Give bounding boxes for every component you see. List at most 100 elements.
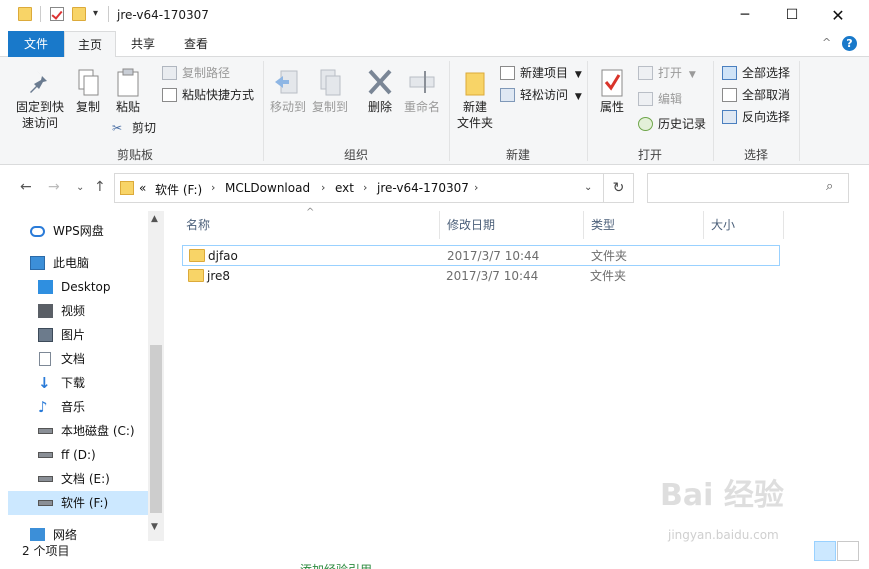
- column-header-type[interactable]: 类型: [584, 211, 704, 239]
- cut-button[interactable]: ✂ 剪切: [112, 118, 156, 138]
- rename-button[interactable]: 重命名: [402, 67, 442, 115]
- help-icon[interactable]: ?: [842, 36, 857, 51]
- copy-to-button[interactable]: 复制到: [310, 67, 350, 115]
- breadcrumb-separator-icon[interactable]: ›: [321, 181, 325, 194]
- tab-share[interactable]: 共享: [118, 31, 168, 57]
- copy-path-button[interactable]: 复制路径: [162, 63, 230, 83]
- breadcrumb-current[interactable]: jre-v64-170307: [377, 181, 469, 195]
- easy-access-button[interactable]: 轻松访问 ▼: [500, 85, 582, 105]
- paste-button[interactable]: 粘贴: [110, 67, 146, 115]
- search-input[interactable]: ⌕: [647, 173, 849, 203]
- breadcrumb-ext[interactable]: ext: [335, 181, 354, 195]
- history-icon: [638, 117, 653, 131]
- select-all-label: 全部选择: [742, 66, 791, 80]
- folder-icon: [189, 249, 205, 262]
- paste-shortcut-button[interactable]: 粘贴快捷方式: [162, 85, 254, 105]
- pin-quick-access-button[interactable]: 固定到快 速访问: [12, 67, 68, 131]
- delete-button[interactable]: 删除: [362, 67, 398, 115]
- collapse-ribbon-icon[interactable]: ^: [822, 36, 831, 49]
- address-history-chevron-icon[interactable]: ⌄: [584, 182, 592, 193]
- tab-home[interactable]: 主页: [64, 31, 116, 58]
- tab-file[interactable]: 文件: [8, 31, 64, 57]
- breadcrumb-drive[interactable]: 软件 (F:): [155, 181, 202, 198]
- nav-label: 网络: [53, 528, 78, 541]
- edit-button[interactable]: 编辑: [638, 89, 682, 109]
- ribbon: 固定到快 速访问 复制 粘贴 复制路径 粘贴快捷方式 ✂ 剪切 剪贴板 移动到: [0, 57, 869, 165]
- select-all-button[interactable]: 全部选择: [722, 63, 790, 83]
- select-none-button[interactable]: 全部取消: [722, 85, 790, 105]
- breadcrumb-separator-icon[interactable]: ›: [474, 181, 478, 194]
- new-folder-icon: [460, 67, 490, 99]
- details-view-icon[interactable]: [814, 541, 836, 561]
- nav-item-videos[interactable]: 视频: [36, 299, 156, 323]
- search-icon: ⌕: [826, 179, 834, 194]
- large-icons-view-icon[interactable]: [837, 541, 859, 561]
- scroll-up-icon[interactable]: ▲: [151, 214, 158, 224]
- nav-item-documents[interactable]: 文档: [36, 347, 156, 371]
- scissors-icon: ✂: [112, 121, 123, 135]
- copy-button[interactable]: 复制: [70, 67, 106, 115]
- scroll-down-icon[interactable]: ▼: [151, 522, 158, 532]
- nav-item-wps[interactable]: WPS网盘: [28, 219, 156, 243]
- nav-label: WPS网盘: [53, 224, 104, 238]
- tab-view[interactable]: 查看: [171, 31, 221, 57]
- back-arrow-icon[interactable]: ←: [20, 179, 32, 195]
- paste-label: 粘贴: [115, 100, 140, 114]
- file-row[interactable]: djfao 2017/3/7 10:44 文件夹: [182, 245, 780, 266]
- nav-item-drive-c[interactable]: 本地磁盘 (C:): [36, 419, 156, 443]
- pin-label: 固定到快 速访问: [15, 100, 64, 130]
- breadcrumb-separator-icon[interactable]: ›: [211, 181, 215, 194]
- properties-quick-icon[interactable]: [50, 7, 64, 21]
- new-folder-quick-icon[interactable]: [72, 7, 86, 21]
- nav-scrollbar-thumb[interactable]: [150, 345, 162, 513]
- copy-path-label: 复制路径: [182, 66, 231, 80]
- file-date: 2017/3/7 10:44: [447, 249, 540, 263]
- column-header-name[interactable]: 名称: [179, 211, 440, 239]
- close-icon[interactable]: ✕: [815, 0, 861, 31]
- refresh-icon[interactable]: ↻: [604, 173, 634, 203]
- new-folder-button[interactable]: 新建 文件夹: [454, 67, 496, 131]
- up-arrow-icon[interactable]: ↑: [94, 179, 106, 195]
- history-button[interactable]: 历史记录: [638, 114, 706, 134]
- nav-item-desktop[interactable]: Desktop: [36, 275, 156, 299]
- document-icon: [39, 352, 51, 366]
- open-button[interactable]: 打开 ▼: [638, 63, 696, 83]
- delete-label: 删除: [367, 100, 392, 114]
- address-bar[interactable]: « 软件 (F:) › MCLDownload › ext › jre-v64-…: [114, 173, 604, 203]
- nav-item-downloads[interactable]: ↓ 下载: [36, 371, 156, 395]
- nav-item-this-pc[interactable]: 此电脑: [28, 251, 156, 275]
- nav-item-drive-f[interactable]: 软件 (F:): [8, 491, 148, 515]
- item-count: 2 个项目: [22, 544, 70, 558]
- nav-item-music[interactable]: ♪ 音乐: [36, 395, 156, 419]
- nav-item-network[interactable]: 网络: [28, 523, 156, 541]
- nav-label: 下载: [61, 376, 86, 390]
- music-icon: ♪: [38, 398, 48, 416]
- new-item-button[interactable]: 新建项目 ▼: [500, 63, 582, 83]
- network-icon: [30, 528, 45, 541]
- recent-locations-chevron-icon[interactable]: ⌄: [76, 182, 84, 193]
- file-row[interactable]: jre8 2017/3/7 10:44 文件夹: [182, 266, 780, 287]
- divider: [108, 6, 109, 22]
- properties-button[interactable]: 属性: [594, 67, 630, 115]
- nav-item-pictures[interactable]: 图片: [36, 323, 156, 347]
- minimize-icon[interactable]: ─: [722, 0, 768, 31]
- move-to-button[interactable]: 移动到: [268, 67, 308, 115]
- breadcrumb-separator-icon[interactable]: ›: [363, 181, 367, 194]
- column-header-date[interactable]: 修改日期: [440, 211, 584, 239]
- maximize-icon[interactable]: ☐: [769, 0, 815, 31]
- nav-item-drive-d[interactable]: ff (D:): [36, 443, 156, 467]
- nav-item-drive-e[interactable]: 文档 (E:): [36, 467, 156, 491]
- customize-toolbar-icon[interactable]: ▾: [93, 8, 98, 19]
- paste-shortcut-label: 粘贴快捷方式: [182, 88, 255, 102]
- chevron-down-icon: ▼: [688, 70, 696, 80]
- forward-arrow-icon[interactable]: →: [48, 179, 60, 195]
- group-label-clipboard: 剪贴板: [116, 148, 153, 162]
- partial-link-text: 添加经验引用: [300, 561, 372, 569]
- navigation-bar: ← → ⌄ ↑ « 软件 (F:) › MCLDownload › ext › …: [0, 165, 869, 211]
- edit-label: 编辑: [658, 92, 683, 106]
- column-header-size[interactable]: 大小: [704, 211, 784, 239]
- open-icon: [638, 66, 653, 80]
- breadcrumb-mcldownload[interactable]: MCLDownload: [225, 181, 310, 195]
- invert-selection-button[interactable]: 反向选择: [722, 107, 790, 127]
- breadcrumb-overflow[interactable]: «: [139, 181, 146, 195]
